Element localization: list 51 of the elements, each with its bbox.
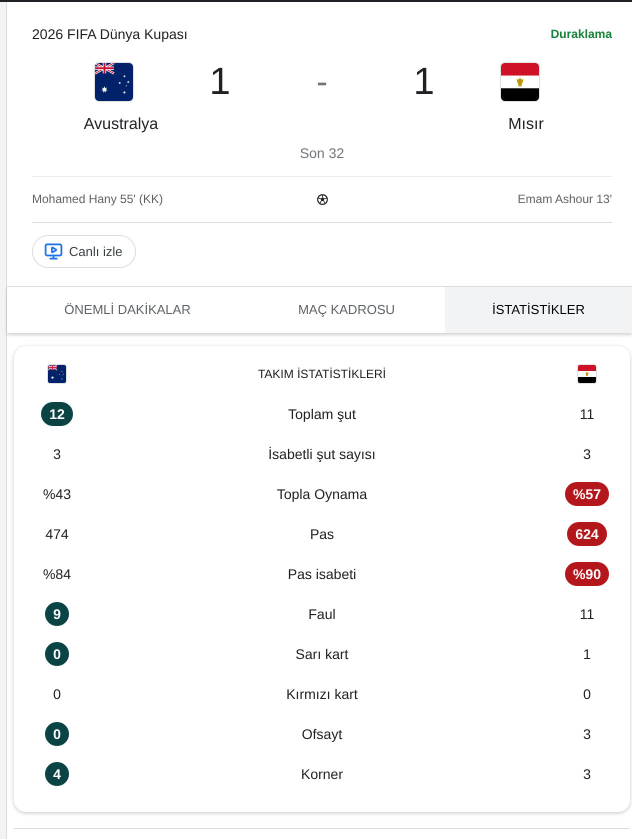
stat-label: Pas isabeti (288, 565, 356, 584)
stat-value: 3 (583, 445, 591, 464)
team-score: 1 (413, 63, 435, 101)
stat-label: Ofsayt (302, 725, 342, 744)
stat-value: 1 (583, 645, 591, 664)
soccer-ball-icon (316, 194, 328, 204)
stat-label: İsabetli şut sayısı (268, 445, 376, 464)
stat-value-badge: 0 (45, 642, 69, 666)
stat-label: Topla Oynama (276, 485, 368, 504)
stat-value: %84 (42, 565, 72, 584)
goal-scorer: Mohamed Hany 55' (KK) (32, 191, 164, 207)
stat-label: Pas (310, 525, 334, 544)
stat-value: 0 (53, 685, 61, 704)
stat-value-badge: 4 (45, 762, 69, 786)
stat-value-badge: 624 (567, 522, 607, 546)
flag-icon (577, 364, 597, 384)
stat-label: Kırmızı kart (286, 685, 358, 704)
watch-live-button[interactable]: Canlı izle (32, 235, 136, 268)
stat-value-badge: 0 (45, 722, 69, 746)
goal-scorer: Emam Ashour 13' (518, 191, 612, 207)
team-score: 1 (209, 63, 231, 101)
tab[interactable]: MAÇ KADROSU (248, 287, 445, 333)
stat-value: %43 (42, 485, 72, 504)
stat-value: 11 (580, 605, 594, 624)
team-name: Avustralya (84, 115, 158, 135)
stat-value-badge: 12 (41, 402, 73, 426)
flag-icon (500, 62, 540, 102)
stat-label: Korner (300, 765, 344, 784)
stat-value: 3 (583, 765, 591, 784)
flag-icon (94, 62, 134, 102)
match-status: Duraklama (550, 26, 612, 43)
stat-value: 3 (583, 725, 591, 744)
stats-title: TAKIM İSTATİSTİKLERİ (258, 366, 386, 382)
stat-value: 11 (580, 405, 594, 424)
score-separator: - (316, 65, 328, 99)
stat-value: 0 (583, 685, 591, 704)
tab[interactable]: İSTATİSTİKLER (445, 287, 632, 333)
team-name: Mısır (508, 115, 544, 135)
stat-value: 3 (53, 445, 61, 464)
flag-icon (47, 364, 67, 384)
stat-value-badge: %57 (564, 482, 610, 506)
tab[interactable]: ÖNEMLİ DAKİKALAR (7, 287, 248, 333)
stat-label: Faul (308, 605, 336, 624)
competition-title: 2026 FIFA Dünya Kupası (32, 25, 188, 44)
stat-value: 474 (45, 525, 69, 544)
stat-label: Sarı kart (296, 645, 348, 664)
stat-value-badge: 9 (45, 602, 69, 626)
stat-label: Toplam şut (288, 405, 356, 424)
match-round: Son 32 (300, 144, 344, 163)
tv-play-icon (44, 242, 63, 261)
stat-value-badge: %90 (564, 562, 610, 586)
